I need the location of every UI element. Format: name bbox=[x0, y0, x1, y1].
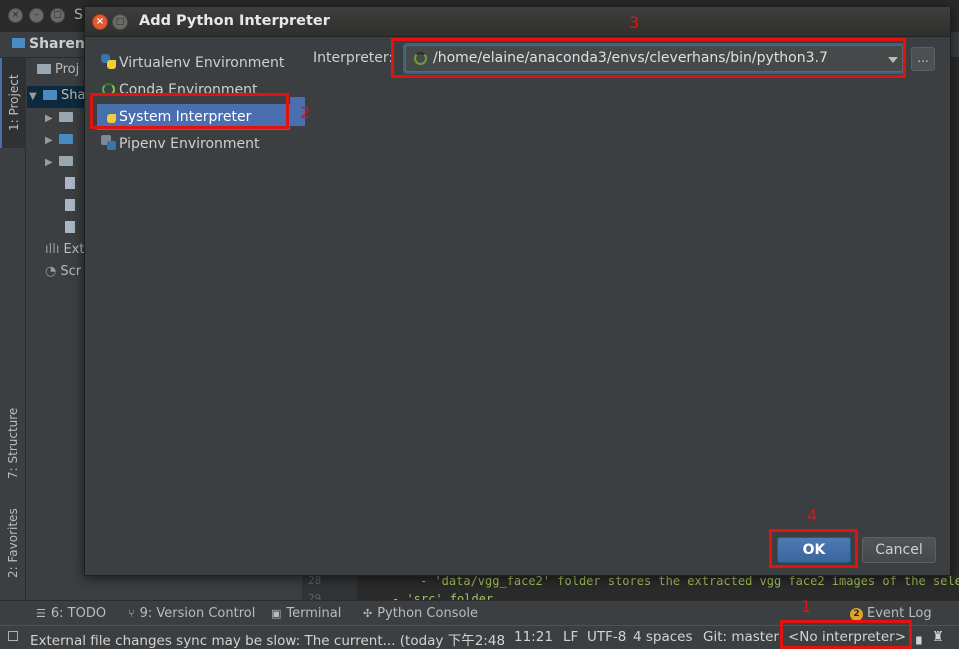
chevron-right-icon: ▶ bbox=[45, 157, 53, 168]
add-interpreter-dialog: × □ Add Python Interpreter Virtualenv En… bbox=[84, 6, 951, 576]
tree-root-label: Sha bbox=[61, 88, 86, 103]
line-separator[interactable]: LF bbox=[563, 629, 578, 645]
file-icon bbox=[65, 199, 75, 211]
event-log-button[interactable]: 2 Event Log bbox=[850, 606, 932, 621]
env-item-pipenv[interactable]: Pipenv Environment bbox=[97, 131, 305, 157]
caret-position[interactable]: 11:21 bbox=[514, 629, 553, 645]
terminal-tool-button[interactable]: ▣ Terminal bbox=[271, 606, 341, 621]
python-console-icon: ✣ bbox=[363, 607, 373, 620]
nav-project-label: Sharen bbox=[29, 36, 85, 52]
annotation-box-2 bbox=[90, 93, 289, 129]
dialog-title-bar: × □ Add Python Interpreter bbox=[85, 7, 950, 37]
annotation-box-3 bbox=[391, 38, 906, 78]
interpreter-label: Interpreter: bbox=[313, 50, 394, 66]
chevron-right-icon: ▶ bbox=[45, 135, 53, 146]
inspector-icon[interactable]: ♜ bbox=[932, 629, 944, 645]
env-item-label: Pipenv Environment bbox=[119, 136, 260, 152]
left-tool-strip: 1: Project 7: Structure 2: Favorites bbox=[0, 58, 26, 600]
python-console-tool-button[interactable]: ✣ Python Console bbox=[363, 606, 478, 621]
annotation-number-2: 2 bbox=[300, 103, 311, 122]
terminal-icon: ▣ bbox=[271, 607, 282, 620]
browse-interpreter-button[interactable]: ... bbox=[911, 47, 935, 71]
external-libraries-label: Ext bbox=[63, 242, 85, 257]
tree-row-root[interactable]: ▼ Sha bbox=[29, 88, 85, 110]
tree-row-scratches[interactable]: ◔ Scr bbox=[45, 264, 81, 286]
project-header-label: Proj bbox=[55, 62, 80, 77]
ide-window-title: S bbox=[74, 7, 83, 23]
file-encoding[interactable]: UTF-8 bbox=[587, 629, 626, 645]
library-icon: ıllı bbox=[45, 242, 60, 257]
project-tool-tab[interactable]: 1: Project bbox=[0, 58, 26, 148]
tree-row[interactable]: ▶ bbox=[45, 110, 77, 132]
cancel-button[interactable]: Cancel bbox=[862, 537, 936, 563]
tree-row[interactable]: ▶ bbox=[45, 132, 77, 154]
tree-row[interactable]: ▶ bbox=[45, 154, 77, 176]
python-console-label: Python Console bbox=[377, 606, 479, 621]
structure-tool-tab[interactable]: 7: Structure bbox=[0, 398, 26, 488]
dialog-title: Add Python Interpreter bbox=[139, 13, 330, 29]
tree-row[interactable] bbox=[61, 220, 79, 242]
terminal-label: Terminal bbox=[286, 606, 342, 621]
annotation-box-4 bbox=[769, 529, 858, 568]
dialog-close-button[interactable]: × bbox=[92, 14, 108, 30]
folder-icon bbox=[12, 38, 25, 48]
version-control-label: 9: Version Control bbox=[139, 606, 256, 621]
project-view-header[interactable]: Proj bbox=[35, 62, 79, 84]
git-branch[interactable]: Git: master bbox=[703, 629, 779, 645]
file-icon bbox=[65, 221, 75, 233]
favorites-tool-tab[interactable]: 2: Favorites bbox=[0, 498, 26, 588]
annotation-box-1 bbox=[780, 620, 912, 649]
annotation-number-1: 1 bbox=[801, 597, 812, 616]
version-control-tool-button[interactable]: ⑂ 9: Version Control bbox=[128, 606, 255, 621]
nav-project-crumb[interactable]: Sharen bbox=[12, 36, 85, 52]
python-icon bbox=[101, 54, 116, 69]
indent-setting[interactable]: 4 spaces bbox=[633, 629, 693, 645]
window-minimize-button[interactable]: – bbox=[29, 8, 44, 23]
file-icon bbox=[65, 177, 75, 189]
folder-icon bbox=[43, 90, 57, 100]
lock-icon[interactable]: ▗ bbox=[911, 629, 921, 645]
tree-row[interactable] bbox=[61, 198, 79, 220]
folder-icon bbox=[37, 64, 51, 74]
folder-icon bbox=[59, 156, 73, 166]
chevron-right-icon: ▶ bbox=[45, 113, 53, 124]
version-control-icon: ⑂ bbox=[128, 607, 135, 620]
event-log-label: Event Log bbox=[867, 606, 932, 621]
tree-row[interactable] bbox=[61, 176, 79, 198]
dialog-maximize-button[interactable]: □ bbox=[112, 14, 128, 30]
pipenv-icon bbox=[101, 135, 116, 150]
todo-tool-button[interactable]: ☰ 6: TODO bbox=[36, 606, 106, 621]
status-toggle-icon[interactable]: ☐ bbox=[7, 629, 19, 645]
folder-icon bbox=[59, 134, 73, 144]
env-item-virtualenv[interactable]: Virtualenv Environment bbox=[97, 50, 305, 76]
code-line: - 'src' folder bbox=[392, 592, 494, 600]
env-item-label: Virtualenv Environment bbox=[119, 55, 285, 71]
window-close-button[interactable]: × bbox=[8, 8, 23, 23]
tree-row-external-libraries[interactable]: ıllı Ext bbox=[45, 242, 84, 264]
status-message[interactable]: External file changes sync may be slow: … bbox=[30, 629, 505, 649]
annotation-number-3: 3 bbox=[629, 13, 640, 32]
todo-icon: ☰ bbox=[36, 607, 46, 620]
window-maximize-button[interactable]: □ bbox=[50, 8, 65, 23]
chevron-down-icon: ▼ bbox=[29, 91, 37, 102]
todo-label: 6: TODO bbox=[50, 606, 107, 621]
scratches-icon: ◔ bbox=[45, 264, 57, 279]
annotation-number-4: 4 bbox=[807, 506, 818, 525]
folder-icon bbox=[59, 112, 73, 122]
scratches-label: Scr bbox=[60, 264, 82, 279]
code-line: - 'data/vgg_face2' folder stores the ext… bbox=[420, 574, 959, 588]
